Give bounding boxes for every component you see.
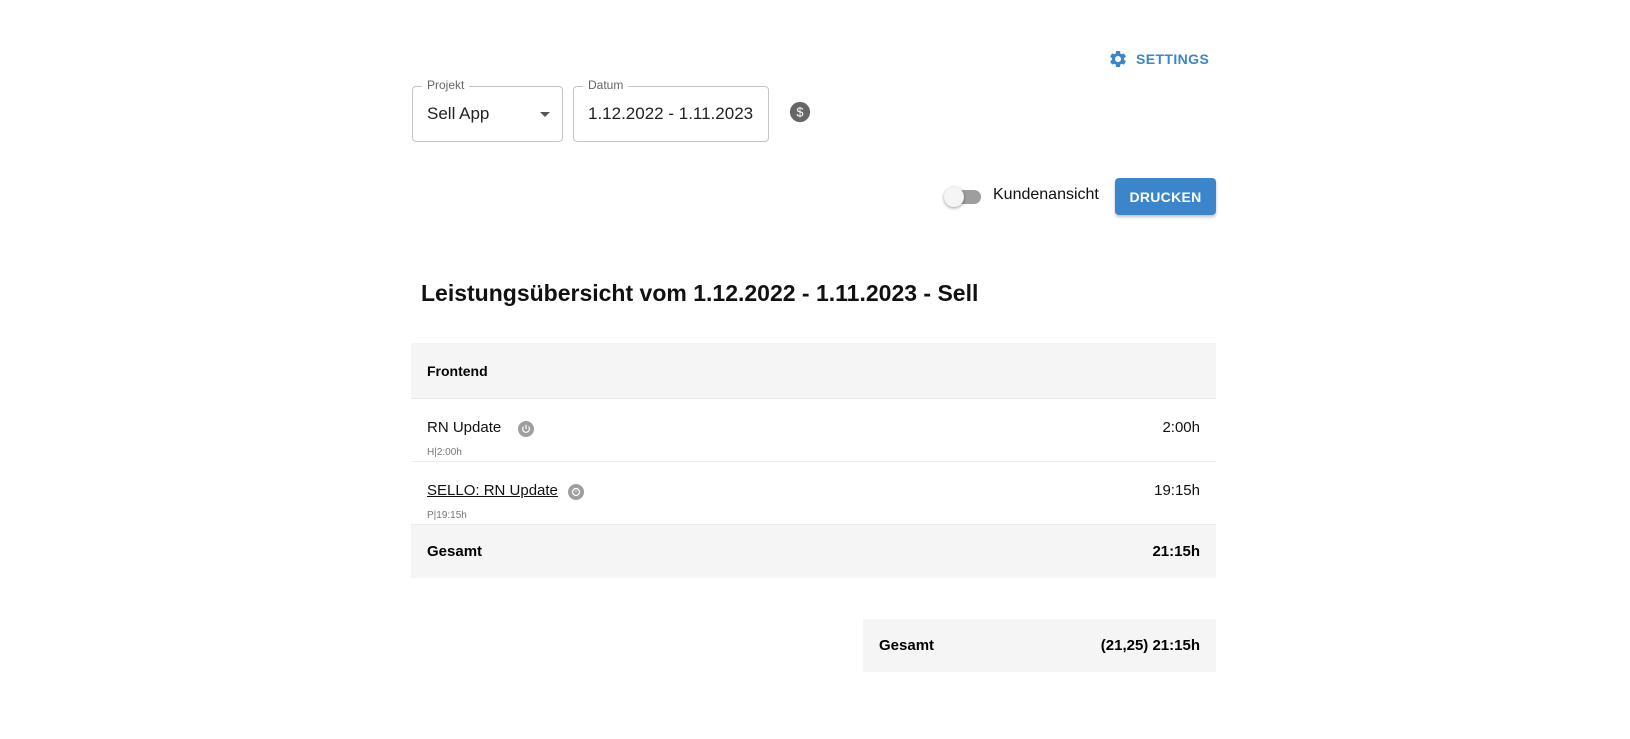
- datum-label: Datum: [583, 78, 629, 92]
- section-total-label: Gesamt: [427, 543, 483, 560]
- item-sub: H|2:00h: [427, 447, 462, 458]
- item-hours: 2:00h: [1162, 419, 1200, 436]
- projekt-label: Projekt: [422, 78, 470, 92]
- datum-field[interactable]: Datum 1.12.2022 - 1.11.2023: [573, 78, 769, 142]
- section-total-value: 21:15h: [1152, 543, 1200, 560]
- table-row: RN Update H|2:00h 2:00h: [411, 399, 1216, 462]
- projekt-select[interactable]: Projekt Sell App: [412, 78, 563, 142]
- clock-icon[interactable]: [568, 484, 584, 500]
- item-name: RN Update: [427, 419, 502, 436]
- print-button[interactable]: DRUCKEN: [1115, 178, 1216, 215]
- table-row: SELLO: RN Update P|19:15h 19:15h: [411, 462, 1216, 525]
- power-icon[interactable]: [518, 421, 534, 437]
- chevron-down-icon: [540, 112, 550, 117]
- report-table: Frontend RN Update H|2:00h 2:00h SELLO: …: [411, 343, 1216, 578]
- svg-text:$: $: [796, 105, 803, 120]
- grand-total-value: (21,25) 21:15h: [1100, 637, 1200, 654]
- section-total-row: Gesamt 21:15h: [411, 525, 1216, 578]
- item-hours: 19:15h: [1154, 482, 1200, 499]
- toggle-thumb: [944, 187, 964, 207]
- section-header: Frontend: [411, 343, 1216, 399]
- datum-value: 1.12.2022 - 1.11.2023: [588, 104, 754, 123]
- gear-icon: [1110, 50, 1126, 67]
- section-title: Frontend: [427, 362, 488, 379]
- customer-view-toggle[interactable]: [944, 187, 982, 207]
- grand-total: Gesamt (21,25) 21:15h: [863, 619, 1216, 672]
- projekt-value: Sell App: [427, 104, 490, 123]
- settings-button[interactable]: SETTINGS: [1108, 44, 1209, 74]
- settings-label: SETTINGS: [1136, 51, 1210, 67]
- report-title: Leistungsübersicht vom 1.12.2022 - 1.11.…: [421, 280, 979, 306]
- grand-total-label: Gesamt: [879, 637, 935, 654]
- dollar-icon[interactable]: $: [789, 101, 811, 123]
- customer-view-label: Kundenansicht: [993, 186, 1099, 203]
- item-sub: P|19:15h: [427, 510, 467, 521]
- item-name-link[interactable]: SELLO: RN Update: [427, 482, 558, 499]
